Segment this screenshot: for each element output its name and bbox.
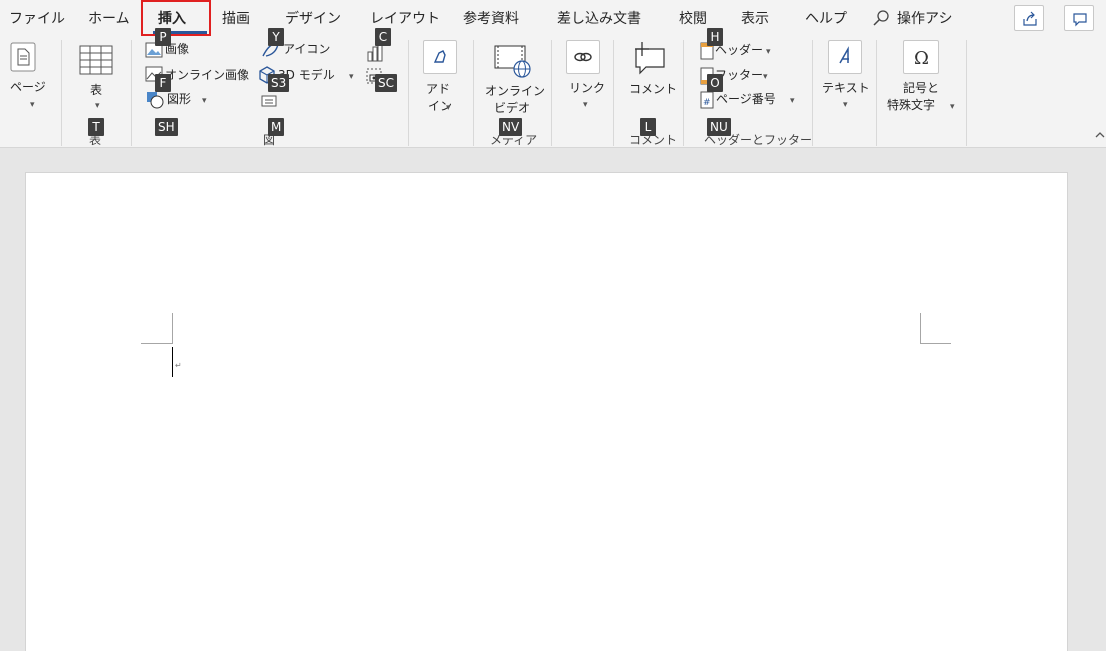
paragraph-mark: ↵: [175, 361, 182, 370]
page-number-button-label[interactable]: ページ番号: [716, 92, 776, 107]
keytip-online-picture: F: [155, 74, 171, 92]
tab-review[interactable]: 校閲: [679, 8, 707, 28]
online-video-label-line1[interactable]: オンライン: [485, 84, 545, 99]
group-separator: [966, 40, 967, 146]
keytip-table: T: [88, 118, 104, 136]
share-button[interactable]: [1014, 5, 1044, 31]
crop-mark-right-vertical: [920, 313, 921, 344]
keytip-page-number: NU: [707, 118, 731, 136]
svg-text:Ω: Ω: [914, 48, 929, 69]
tab-file[interactable]: ファイル: [9, 8, 65, 28]
comment-button-label[interactable]: コメント: [629, 82, 677, 97]
omega-icon: Ω: [914, 48, 929, 69]
share-icon: [1023, 11, 1037, 26]
symbols-label-line2[interactable]: 特殊文字: [887, 98, 935, 113]
keytip-picture: P: [155, 28, 171, 46]
shapes-caret[interactable]: ▾: [202, 94, 207, 109]
tab-mailings[interactable]: 差し込み文書: [557, 8, 641, 28]
crop-mark-left-vertical: [172, 313, 173, 344]
pages-icon[interactable]: [10, 42, 36, 72]
keytip-shapes: SH: [155, 118, 178, 136]
symbols-label-line1[interactable]: 記号と: [903, 81, 939, 96]
group-separator: [408, 40, 409, 146]
pages-caret[interactable]: ▾: [30, 98, 35, 113]
links-button-label[interactable]: リンク: [569, 81, 605, 96]
addins-caret[interactable]: ▾: [446, 101, 451, 116]
keytip-3d-models: S3: [268, 74, 290, 92]
3d-models-caret[interactable]: ▾: [349, 70, 354, 85]
keytip-icons: Y: [268, 28, 284, 46]
shapes-button-label[interactable]: 図形: [167, 92, 191, 107]
keytip-comment: L: [640, 118, 656, 136]
keytip-online-video: NV: [499, 118, 523, 136]
table-caret[interactable]: ▾: [95, 99, 100, 114]
tab-home[interactable]: ホーム: [88, 8, 130, 28]
page-number-icon[interactable]: #: [700, 91, 714, 109]
group-separator: [61, 40, 62, 146]
group-separator: [876, 40, 877, 146]
links-caret[interactable]: ▾: [583, 98, 588, 113]
keytip-footer: O: [707, 74, 723, 92]
keytip-chart: C: [375, 28, 391, 46]
group-separator: [551, 40, 552, 146]
group-separator: [473, 40, 474, 146]
symbols-caret[interactable]: ▾: [950, 100, 955, 115]
document-canvas[interactable]: [0, 148, 1106, 651]
group-separator: [613, 40, 614, 146]
addins-button[interactable]: [423, 40, 457, 74]
table-button-label[interactable]: 表: [90, 83, 102, 98]
links-button[interactable]: [566, 40, 600, 74]
symbols-button[interactable]: Ω: [903, 40, 939, 74]
online-picture-button-label[interactable]: オンライン画像: [165, 68, 249, 83]
comments-button[interactable]: [1064, 5, 1094, 31]
text-caret[interactable]: ▾: [843, 98, 848, 113]
document-page[interactable]: [25, 172, 1068, 651]
addins-icon: [433, 50, 446, 63]
svg-text:#: #: [703, 98, 711, 108]
page-number-caret[interactable]: ▾: [790, 94, 795, 109]
icons-button-label[interactable]: アイコン: [283, 42, 330, 57]
online-video-label-line2[interactable]: ビデオ: [494, 101, 530, 116]
shapes-icon[interactable]: [145, 91, 165, 109]
text-box-icon: [839, 46, 849, 64]
tab-layout[interactable]: レイアウト: [370, 8, 440, 28]
tab-insert[interactable]: 挿入: [158, 8, 186, 28]
tab-draw[interactable]: 描画: [222, 8, 250, 28]
keytip-smartart: M: [268, 118, 285, 136]
link-icon: [574, 52, 592, 62]
new-comment-icon[interactable]: [630, 41, 668, 75]
tell-me-search[interactable]: 操作アシ: [897, 8, 952, 28]
comment-icon: [1073, 13, 1087, 27]
addins-label-line1[interactable]: アド: [426, 82, 450, 97]
table-icon[interactable]: [79, 45, 113, 75]
crop-mark-right-horizontal: [920, 343, 951, 344]
collapse-ribbon-chevron-icon[interactable]: [1094, 130, 1106, 140]
group-separator: [812, 40, 813, 146]
group-separator: [683, 40, 684, 146]
tab-view[interactable]: 表示: [741, 8, 769, 28]
smartart-icon[interactable]: [258, 92, 280, 108]
tab-design[interactable]: デザイン: [285, 8, 341, 28]
keytip-screenshot: SC: [375, 74, 397, 92]
group-separator: [131, 40, 132, 146]
text-button-label[interactable]: テキスト: [822, 81, 870, 96]
keytip-header: H: [707, 28, 723, 46]
header-caret[interactable]: ▾: [766, 45, 771, 60]
search-icon[interactable]: [872, 9, 890, 27]
online-video-icon[interactable]: [494, 45, 534, 79]
tab-help[interactable]: ヘルプ: [805, 8, 847, 28]
footer-caret[interactable]: ▾: [763, 70, 768, 85]
text-button[interactable]: [828, 40, 862, 74]
pages-button-label[interactable]: ページ: [10, 80, 46, 95]
tab-references[interactable]: 参考資料: [463, 8, 519, 28]
text-cursor: [172, 347, 173, 377]
crop-mark-left-horizontal: [141, 343, 173, 344]
